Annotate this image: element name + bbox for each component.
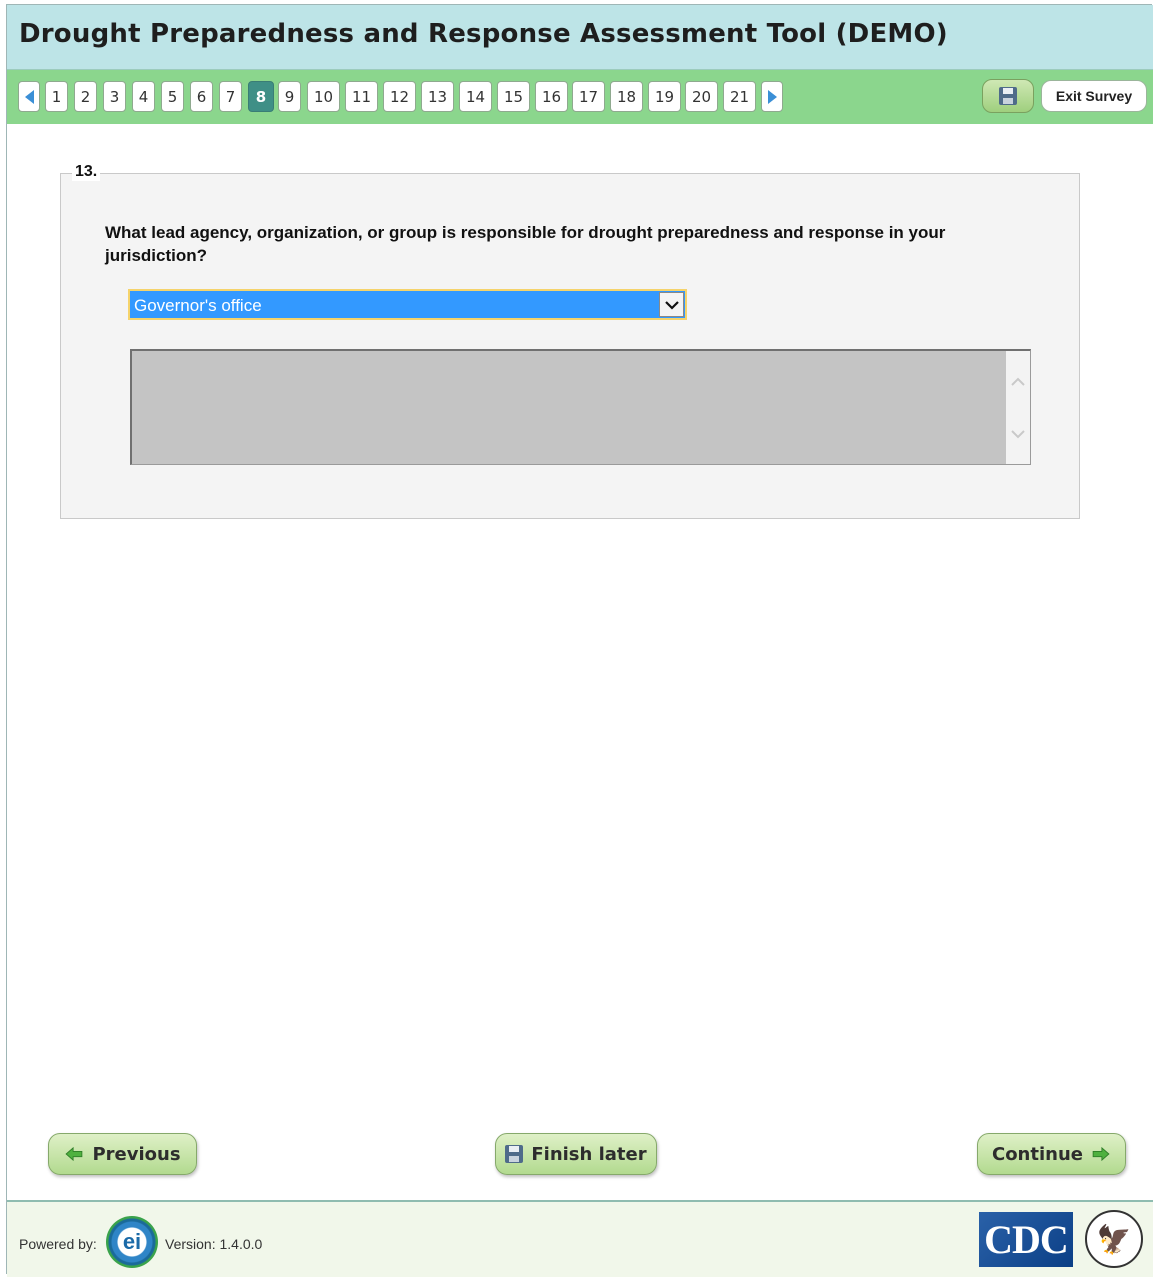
dropdown-selected-value: Governor's office [134,296,262,315]
page-button-4[interactable]: 4 [132,81,155,112]
other-details-textarea[interactable] [130,349,1031,465]
triangle-left-icon [24,89,34,104]
finish-later-button[interactable]: Finish later [495,1133,657,1175]
previous-button[interactable]: Previous [48,1133,197,1175]
page-title: Drought Preparedness and Response Assess… [19,19,948,49]
question-text: What lead agency, organization, or group… [105,223,946,265]
next-page-button[interactable] [761,81,783,112]
page-button-13[interactable]: 13 [421,81,454,112]
page-button-9[interactable]: 9 [278,81,301,112]
exit-survey-button[interactable]: Exit Survey [1041,80,1147,112]
arrow-right-icon [1092,1147,1110,1161]
page-button-10[interactable]: 10 [307,81,340,112]
lead-agency-dropdown[interactable]: Governor's office [128,289,687,320]
powered-by-label: Powered by: [19,1236,97,1252]
textarea-scrollbar[interactable] [1006,351,1030,464]
ei-logo: ei [106,1216,158,1268]
floppy-disk-icon [999,87,1017,105]
page-button-19[interactable]: 19 [648,81,681,112]
scroll-up-icon [1011,377,1025,386]
cdc-logo: CDC [979,1212,1073,1267]
page-navigation-bar: 1 2 3 4 5 6 7 8 9 10 11 12 13 14 15 16 1… [7,70,1153,124]
page-button-17[interactable]: 17 [572,81,605,112]
page-button-5[interactable]: 5 [161,81,184,112]
floppy-disk-icon [505,1145,524,1163]
page-button-3[interactable]: 3 [103,81,126,112]
triangle-right-icon [767,89,777,104]
continue-button[interactable]: Continue [977,1133,1126,1175]
previous-page-button[interactable] [18,81,40,112]
footer: Powered by: ei Version: 1.4.0.0 CDC 🦅 [7,1200,1153,1277]
page-button-21[interactable]: 21 [723,81,756,112]
page-button-20[interactable]: 20 [685,81,718,112]
version-label: Version: 1.4.0.0 [165,1236,263,1252]
page-button-11[interactable]: 11 [345,81,378,112]
chevron-down-icon[interactable] [659,292,684,317]
save-button[interactable] [982,79,1034,113]
hhs-eagle-seal-icon: 🦅 [1085,1210,1143,1268]
continue-button-label: Continue [991,1143,1083,1165]
page-button-12[interactable]: 12 [383,81,416,112]
page-button-1[interactable]: 1 [45,81,68,112]
page-button-15[interactable]: 15 [497,81,530,112]
arrow-left-icon [65,1147,83,1161]
page-button-6[interactable]: 6 [190,81,213,112]
question-number: 13. [72,163,101,181]
title-bar: Drought Preparedness and Response Assess… [7,5,1153,70]
scroll-down-icon [1011,430,1025,439]
page-button-8-current[interactable]: 8 [248,81,274,112]
page-button-14[interactable]: 14 [459,81,492,112]
page-button-16[interactable]: 16 [535,81,568,112]
finish-later-label: Finish later [531,1143,647,1165]
page-button-7[interactable]: 7 [219,81,242,112]
page-button-2[interactable]: 2 [74,81,97,112]
previous-button-label: Previous [92,1143,181,1165]
page-button-18[interactable]: 18 [610,81,643,112]
